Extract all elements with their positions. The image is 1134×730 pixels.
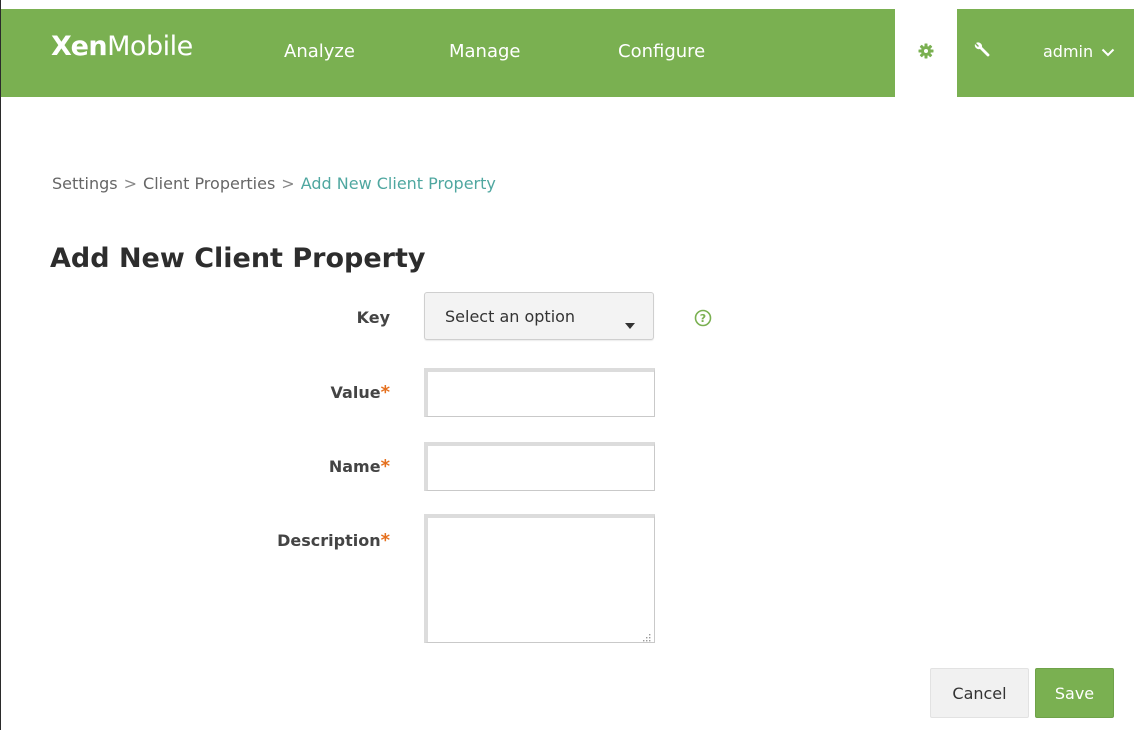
caret-down-icon [625, 314, 635, 333]
help-icon[interactable]: ? [694, 309, 712, 327]
breadcrumb: Settings > Client Properties > Add New Clien… [52, 174, 496, 193]
nav-analyze[interactable]: Analyze [284, 41, 355, 62]
breadcrumb-separator: > [123, 174, 138, 193]
required-marker: * [380, 530, 390, 551]
breadcrumb-client-properties[interactable]: Client Properties [143, 174, 275, 193]
breadcrumb-separator: > [281, 174, 295, 193]
svg-text:?: ? [700, 312, 706, 325]
breadcrumb-current: Add New Client Property [300, 174, 496, 193]
name-input[interactable] [424, 442, 655, 491]
name-label: Name* [190, 456, 390, 477]
key-label: Key [190, 308, 390, 327]
page-title: Add New Client Property [50, 243, 426, 274]
key-select-value: Select an option [445, 307, 576, 326]
key-select[interactable]: Select an option [424, 292, 654, 340]
cancel-button[interactable]: Cancel [930, 668, 1029, 718]
required-marker: * [380, 382, 390, 403]
value-input[interactable] [424, 368, 655, 417]
wrench-icon [973, 41, 991, 63]
nav-manage[interactable]: Manage [449, 41, 521, 62]
key-label-text: Key [356, 308, 390, 327]
window-top-edge [0, 0, 1134, 9]
resize-grip-icon[interactable] [641, 627, 651, 646]
logo-bold-text: Xen [51, 31, 108, 62]
name-label-text: Name [328, 457, 381, 476]
required-marker: * [380, 456, 390, 477]
settings-tab[interactable] [895, 9, 957, 97]
nav-configure[interactable]: Configure [618, 41, 705, 62]
value-label: Value* [190, 382, 390, 403]
logo-light-text: Mobile [107, 31, 193, 62]
breadcrumb-settings[interactable]: Settings [52, 174, 118, 193]
top-navigation-bar: XenMobile Analyze Manage Configure admin [1, 9, 1134, 97]
description-label-text: Description [277, 531, 381, 550]
save-button[interactable]: Save [1035, 668, 1114, 718]
window-left-edge [0, 0, 1, 730]
user-menu[interactable]: admin [1043, 42, 1115, 61]
user-name: admin [1043, 42, 1094, 61]
description-label: Description* [190, 530, 390, 551]
value-label-text: Value [330, 383, 381, 402]
support-button[interactable] [967, 37, 997, 67]
description-textarea[interactable] [424, 514, 655, 643]
chevron-down-icon [1101, 42, 1115, 61]
gear-icon [918, 43, 934, 63]
xenmobile-logo: XenMobile [51, 31, 193, 62]
